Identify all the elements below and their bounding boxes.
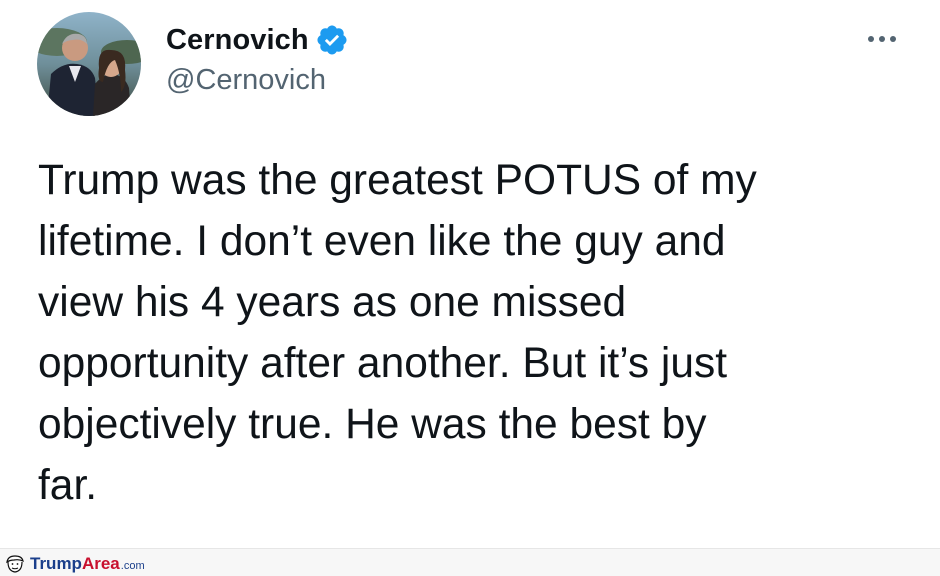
verified-badge-icon (317, 25, 347, 55)
display-name[interactable]: Cernovich (166, 24, 309, 57)
user-handle[interactable]: @Cernovich (166, 64, 326, 97)
watermark: TrumpArea .com (4, 553, 145, 575)
more-horizontal-icon-dot (879, 36, 885, 42)
watermark-suffix: .com (120, 560, 145, 572)
more-horizontal-icon-dot (890, 36, 896, 42)
watermark-brand-part1: Trump (30, 554, 82, 573)
more-horizontal-icon-dot (868, 36, 874, 42)
watermark-brand: TrumpArea (30, 554, 120, 574)
tweet-text: Trump was the greatest POTUS of my lifet… (38, 157, 757, 509)
trump-face-logo-icon (6, 555, 24, 573)
tweet-card: Cernovich @Cernovich Trump was the great… (0, 0, 940, 548)
watermark-brand-part2: Area (81, 554, 120, 573)
more-options-button[interactable] (862, 26, 902, 52)
profile-photo-icon (37, 12, 141, 116)
avatar[interactable] (37, 12, 141, 116)
display-name-row: Cernovich (166, 20, 349, 60)
